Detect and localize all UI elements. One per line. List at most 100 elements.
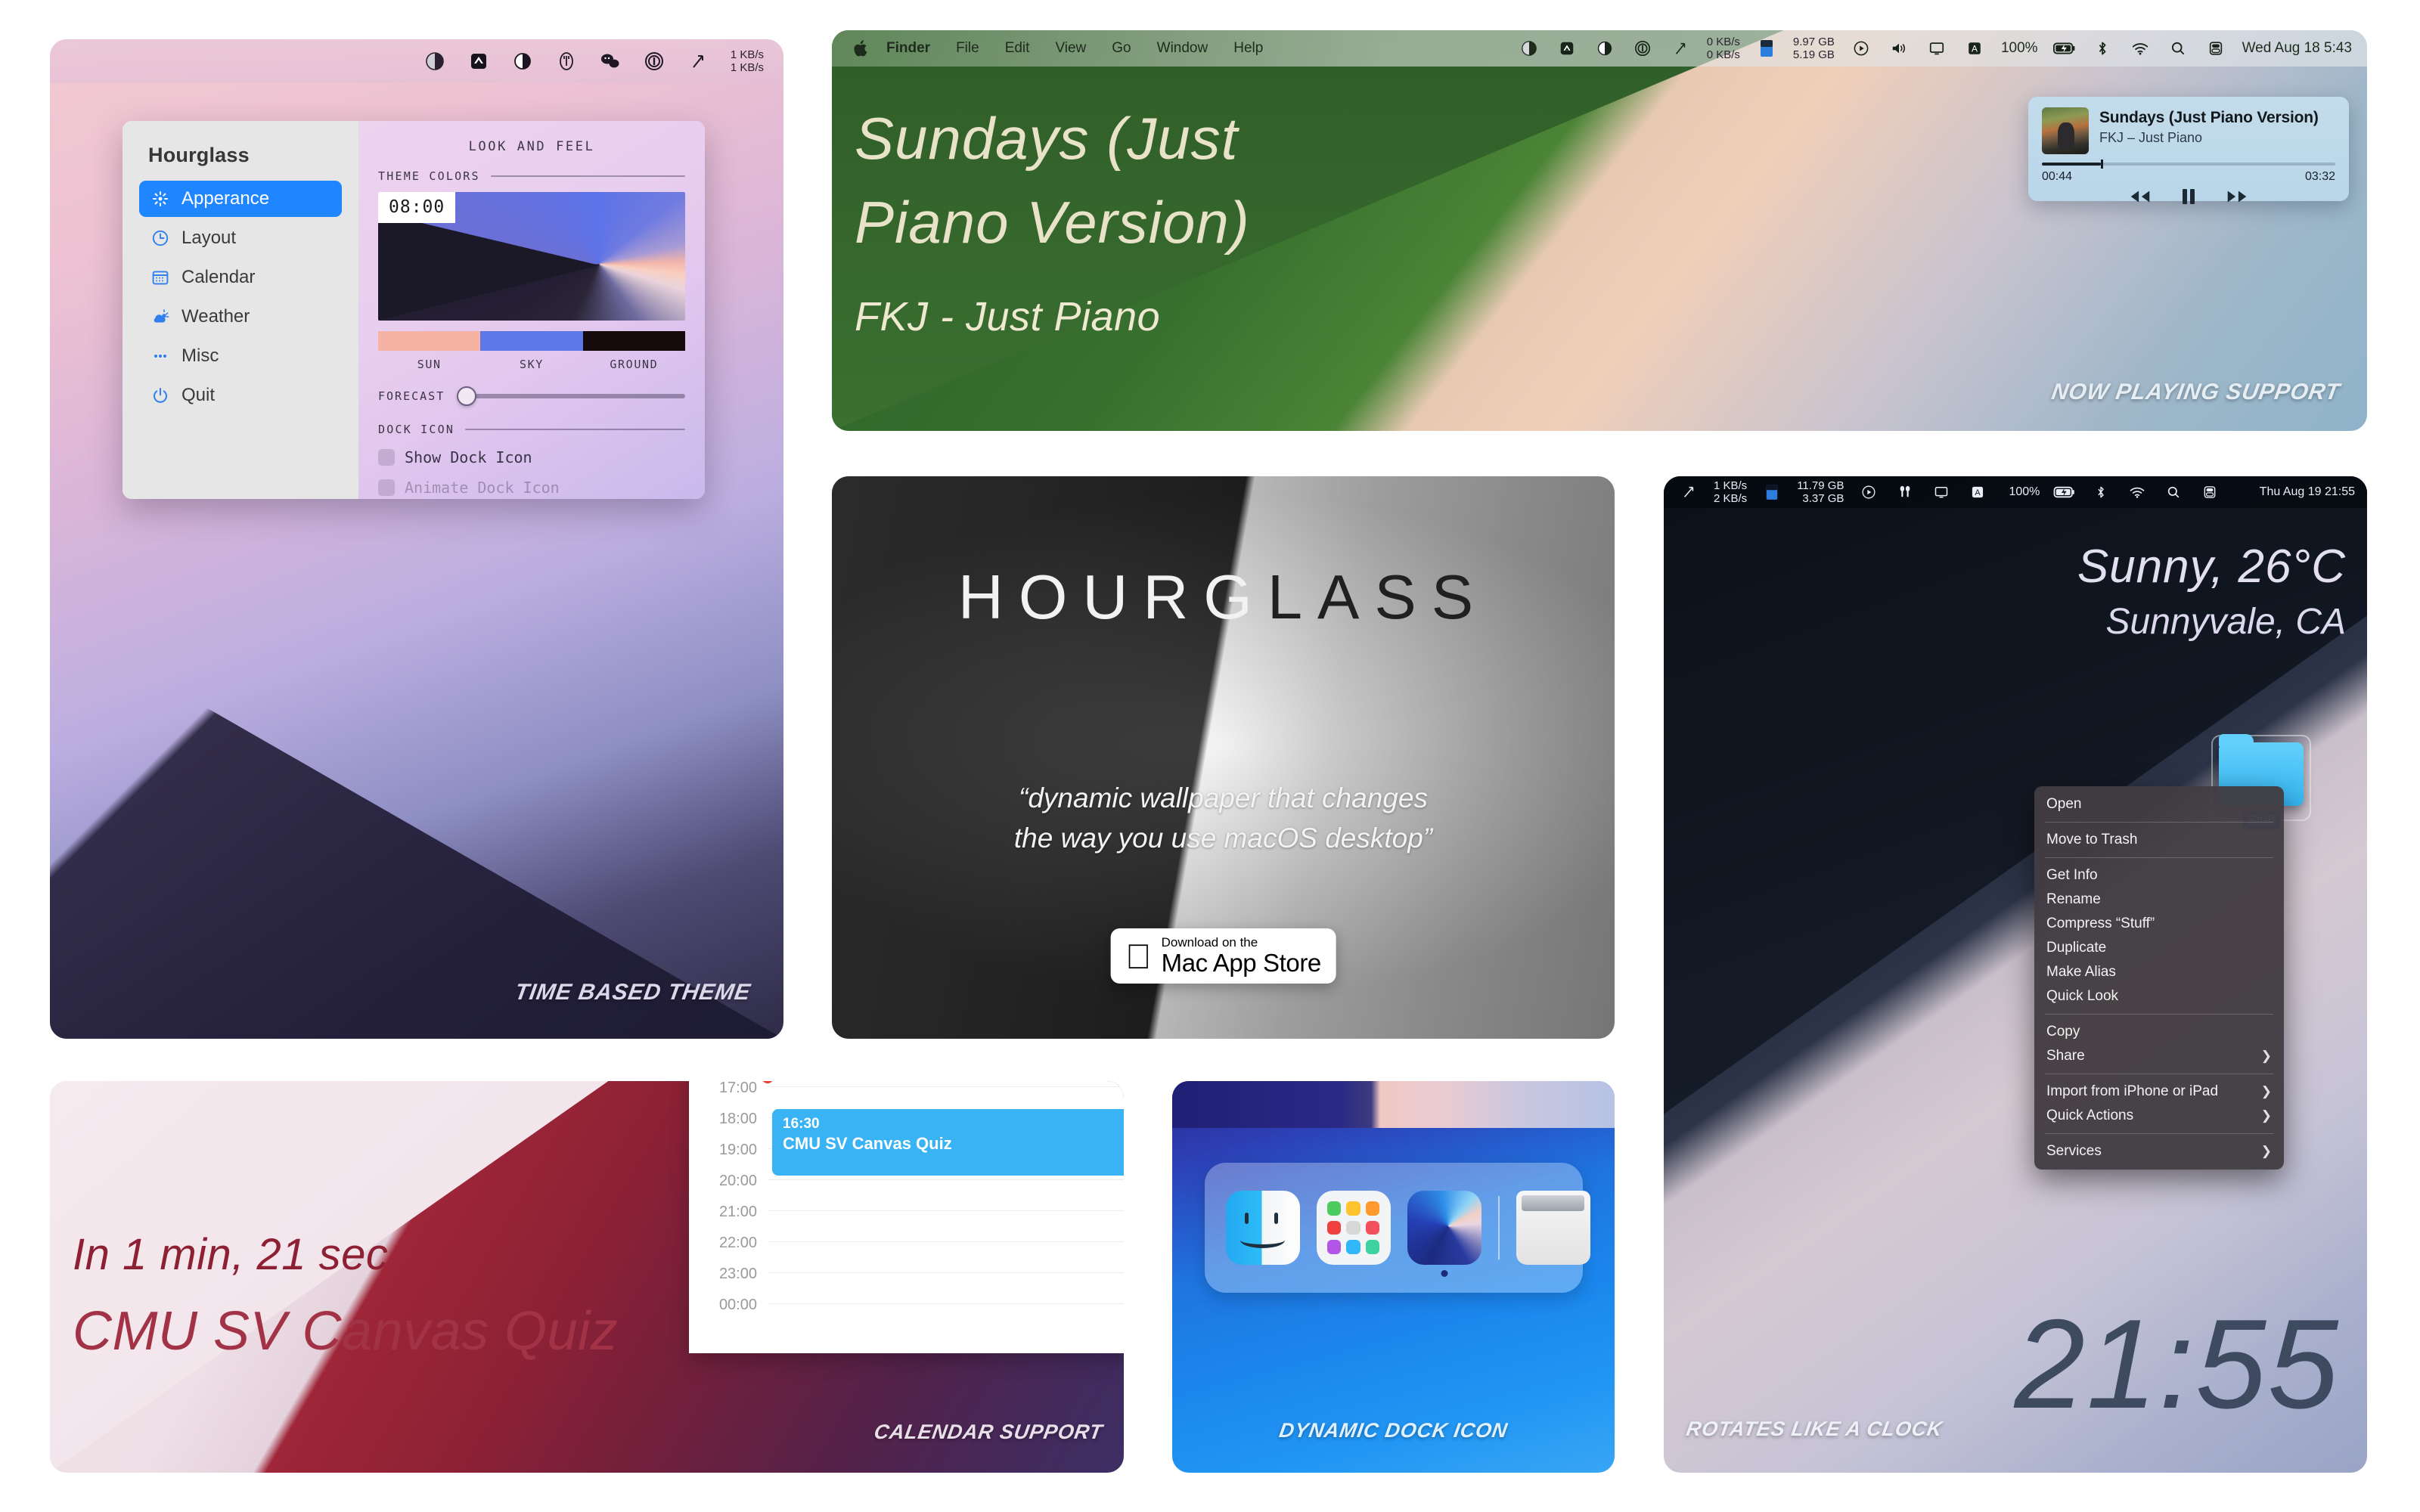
- menu-item-quick-look[interactable]: Quick Look: [2034, 984, 2284, 1009]
- hourglass-menu-icon[interactable]: [1518, 37, 1540, 60]
- wifi-icon[interactable]: [2129, 37, 2152, 60]
- menu-item-compress[interactable]: Compress “Stuff”: [2034, 912, 2284, 936]
- resize-icon[interactable]: [1677, 481, 1700, 503]
- menu-view[interactable]: View: [1055, 40, 1086, 57]
- forward-icon[interactable]: [2224, 188, 2250, 209]
- menu-item-label: Compress “Stuff”: [2046, 916, 2155, 931]
- bluetooth-icon[interactable]: [2090, 481, 2112, 503]
- istat-icon[interactable]: [1631, 37, 1654, 60]
- menu-item-rename[interactable]: Rename: [2034, 888, 2284, 912]
- finder-icon[interactable]: [1225, 1191, 1300, 1265]
- disk-icon[interactable]: [1761, 481, 1783, 503]
- display-icon[interactable]: [1930, 481, 1953, 503]
- launchpad-tile: [1326, 1201, 1342, 1216]
- apple-icon[interactable]: [850, 37, 873, 60]
- macos-dock: [1204, 1163, 1590, 1293]
- contrast-icon[interactable]: [1593, 37, 1616, 60]
- hourglass-menu-icon[interactable]: [424, 50, 446, 73]
- airpods-icon[interactable]: [1894, 481, 1916, 503]
- mac-app-store-button[interactable]:  Download on the Mac App Store: [1110, 928, 1336, 984]
- checkbox-show-dock-icon[interactable]: Show Dock Icon: [378, 448, 685, 466]
- menu-window[interactable]: Window: [1157, 40, 1208, 57]
- sidebar-item-quit[interactable]: Quit: [139, 377, 342, 414]
- color-swatch-ground[interactable]: [582, 331, 685, 351]
- bartender-icon[interactable]: [1556, 37, 1578, 60]
- forecast-slider-knob[interactable]: [457, 386, 477, 406]
- menu-item-get-info[interactable]: Get Info: [2034, 863, 2284, 888]
- sidebar-item-calendar[interactable]: Calendar: [139, 259, 342, 296]
- bartender-icon[interactable]: [467, 50, 490, 73]
- menu-item-label: Move to Trash: [2046, 832, 2138, 847]
- contrast-icon[interactable]: [511, 50, 534, 73]
- istat-icon[interactable]: [643, 50, 666, 73]
- battery-icon[interactable]: [2052, 37, 2076, 60]
- battery-icon[interactable]: [2053, 481, 2076, 503]
- volume-icon[interactable]: [1888, 37, 1910, 60]
- wifi-icon[interactable]: [2126, 481, 2149, 503]
- menu-item-services[interactable]: Services ❯: [2034, 1139, 2284, 1163]
- menubar-clock[interactable]: Wed Aug 18 5:43: [2242, 40, 2352, 57]
- resize-icon[interactable]: [1669, 37, 1692, 60]
- wechat-icon[interactable]: [599, 50, 622, 73]
- color-swatch-sky[interactable]: [480, 331, 583, 351]
- rewind-icon[interactable]: [2127, 188, 2153, 209]
- display-icon[interactable]: [1925, 37, 1948, 60]
- menu-item-copy[interactable]: Copy: [2034, 1020, 2284, 1044]
- menu-item-label: Get Info: [2046, 867, 2098, 883]
- menu-item-move-to-trash[interactable]: Move to Trash: [2034, 828, 2284, 852]
- search-icon[interactable]: [2162, 481, 2185, 503]
- menu-help[interactable]: Help: [1233, 40, 1263, 57]
- playback-icon[interactable]: [1850, 37, 1872, 60]
- checkbox-box[interactable]: [378, 449, 395, 466]
- sidebar-item-label: Quit: [182, 385, 216, 405]
- finder-context-menu[interactable]: Open Move to Trash Get Info Rename Compr…: [2034, 786, 2284, 1170]
- menubar-clock[interactable]: Thu Aug 19 21:55: [2260, 485, 2355, 499]
- net-up-value: 1 KB/s: [1714, 479, 1748, 492]
- search-icon[interactable]: [2167, 37, 2189, 60]
- keyboard-layout-icon[interactable]: A: [1966, 481, 1989, 503]
- playback-progress-bar[interactable]: [2042, 160, 2335, 169]
- controlcenter-icon[interactable]: [2198, 481, 2221, 503]
- menu-item-duplicate[interactable]: Duplicate: [2034, 936, 2284, 960]
- menu-item-label: Rename: [2046, 891, 2101, 907]
- resize-icon[interactable]: [687, 50, 709, 73]
- weather-condition-temp: Sunny, 26°C: [2077, 541, 2346, 593]
- playback-icon[interactable]: [1857, 481, 1880, 503]
- controlcenter-icon[interactable]: [2204, 37, 2227, 60]
- launchpad-icon[interactable]: [1316, 1191, 1391, 1265]
- progress-fill: [2042, 163, 2101, 166]
- pause-icon[interactable]: [2180, 187, 2197, 210]
- menu-item-share[interactable]: Share ❯: [2034, 1044, 2284, 1068]
- panel-caption-calendar-support: CALENDAR SUPPORT: [872, 1421, 1105, 1443]
- forecast-slider[interactable]: [457, 386, 685, 406]
- sidebar-item-layout[interactable]: Layout: [139, 220, 342, 256]
- sidebar-item-misc[interactable]: Misc: [139, 338, 342, 374]
- keyboard-layout-icon[interactable]: A: [1963, 37, 1986, 60]
- svg-text:A: A: [1972, 44, 1978, 54]
- fork-icon[interactable]: [555, 50, 578, 73]
- hour-label: 23:00: [718, 1266, 757, 1282]
- menu-item-open[interactable]: Open: [2034, 792, 2284, 816]
- store-badge-large: Mac App Store: [1148, 948, 1322, 977]
- menu-go[interactable]: Go: [1112, 40, 1131, 57]
- playback-controls: [2042, 187, 2335, 210]
- menu-item-quick-actions[interactable]: Quick Actions ❯: [2034, 1104, 2284, 1128]
- menu-finder[interactable]: Finder: [886, 40, 930, 57]
- color-swatch-sun[interactable]: [378, 331, 481, 351]
- calendar-event[interactable]: 16:30 CMU SV Canvas Quiz: [772, 1109, 1124, 1176]
- hourglass-dock-icon[interactable]: [1407, 1191, 1481, 1277]
- menu-item-import-from-iphone-or-ipad[interactable]: Import from iPhone or iPad ❯: [2034, 1080, 2284, 1104]
- menu-edit[interactable]: Edit: [1005, 40, 1030, 57]
- theme-preview[interactable]: 08:00: [378, 192, 685, 321]
- disk-icon[interactable]: [1755, 37, 1778, 60]
- sidebar-item-weather[interactable]: Weather: [139, 299, 342, 335]
- sidebar-item-apperance[interactable]: Apperance: [139, 181, 342, 217]
- trash-icon[interactable]: [1516, 1191, 1590, 1265]
- total-time: 03:32: [2304, 170, 2335, 183]
- folder-tab: [2219, 734, 2254, 746]
- color-stop-bar[interactable]: [378, 331, 685, 351]
- progress-handle[interactable]: [2100, 160, 2103, 169]
- menu-item-make-alias[interactable]: Make Alias: [2034, 960, 2284, 984]
- bluetooth-icon[interactable]: [2091, 37, 2114, 60]
- menu-file[interactable]: File: [956, 40, 979, 57]
